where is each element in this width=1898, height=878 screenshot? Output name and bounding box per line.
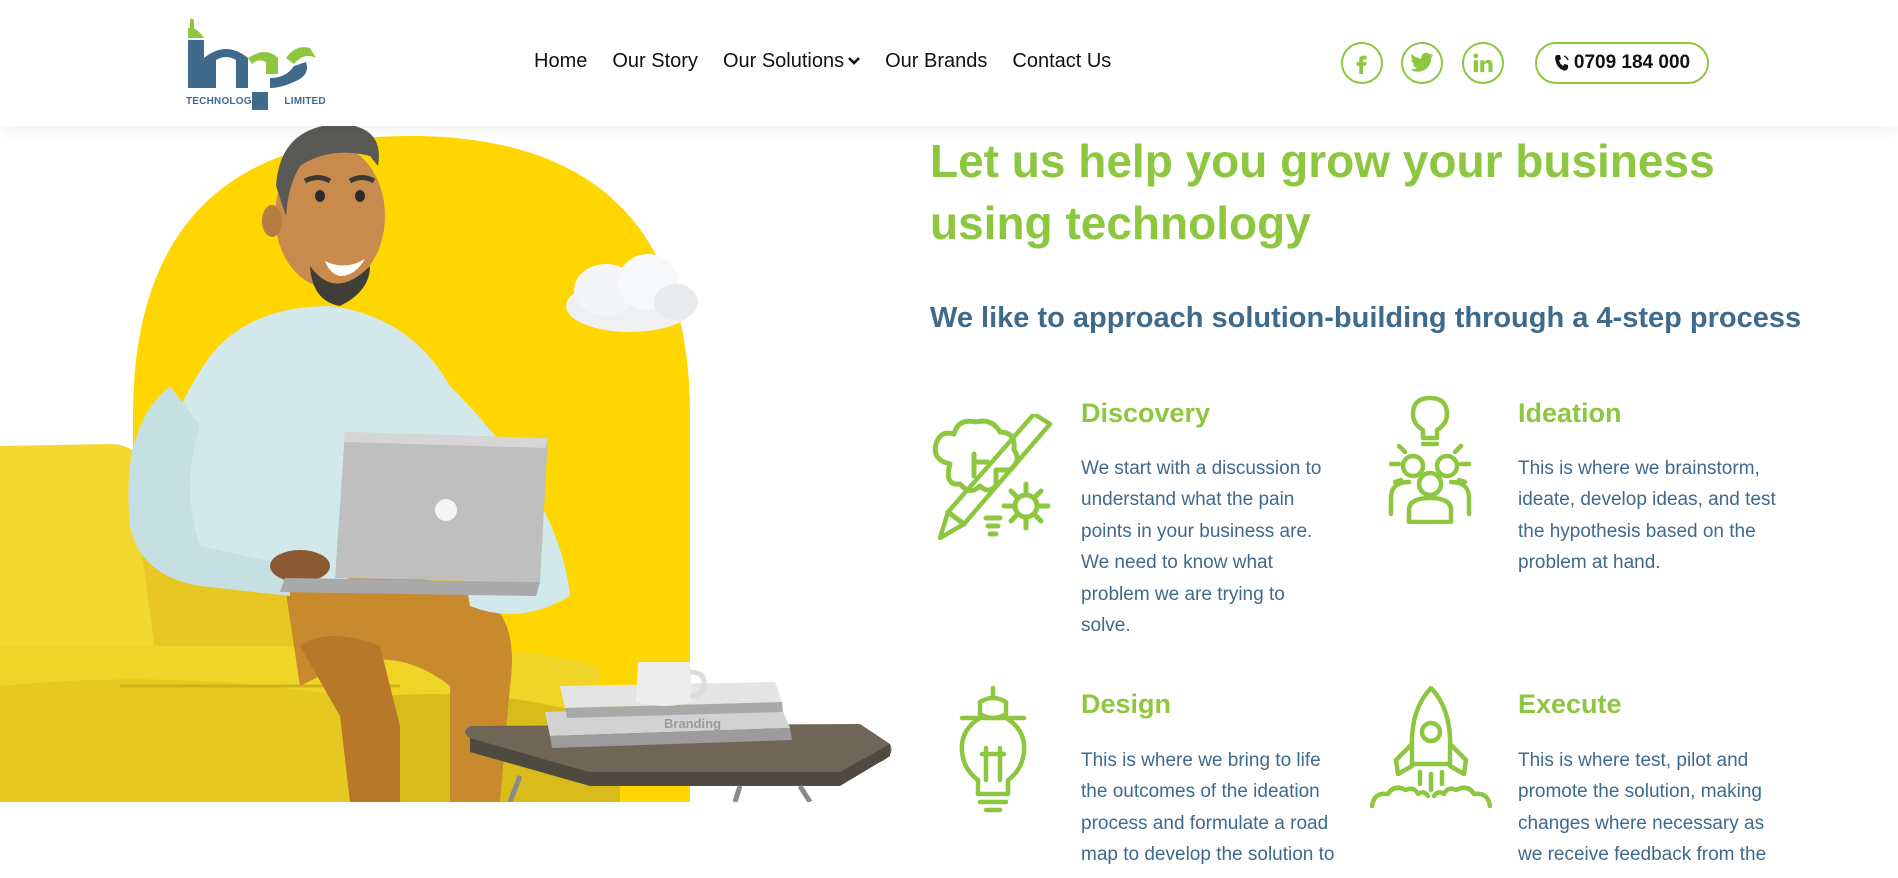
logo-text-right: LIMITED: [284, 96, 326, 107]
twitter-link[interactable]: [1401, 42, 1443, 84]
headline-line-2: using technology: [930, 197, 1311, 249]
site-header: TECHNOLOGIES LIMITED Home Our Story Our S…: [0, 0, 1898, 126]
step-title-execute: Execute: [1518, 689, 1622, 719]
process-subheading: We like to approach solution-building th…: [930, 302, 1802, 334]
facebook-icon: [1356, 55, 1367, 74]
book-label: Branding: [664, 716, 721, 731]
step-body-line: problem at hand.: [1518, 552, 1661, 574]
step-body-line: This is where we brainstorm,: [1518, 458, 1760, 479]
phone-icon: [1555, 55, 1569, 71]
step-body-line: promote the solution, making: [1518, 781, 1762, 803]
step-body-line: understand what the pain: [1081, 489, 1295, 511]
bulb-design-icon: [959, 686, 1027, 813]
step-body-line: This is where we bring to life: [1081, 750, 1321, 771]
logo-text-left: TECHNOLOGIES: [186, 96, 269, 107]
linkedin-icon: [1473, 53, 1493, 73]
logo-tagline: TECHNOLOGIES LIMITED: [186, 96, 326, 107]
nav-our-solutions[interactable]: Our Solutions: [722, 50, 861, 73]
step-title-discovery: Discovery: [1081, 398, 1211, 428]
brain-gear-icon: [932, 414, 1053, 541]
phone-button[interactable]: 0709 184 000: [1535, 42, 1709, 84]
step-body-line: This is where test, pilot and: [1518, 750, 1749, 771]
chevron-down-icon: [848, 57, 861, 65]
main-nav: Home Our Story Our Solutions Our Brands …: [534, 50, 1111, 73]
step-body-line: problem we are trying to: [1081, 583, 1285, 605]
step-body-execute: This is where test, pilot and promote th…: [1518, 745, 1766, 871]
rocket-icon: [1370, 686, 1492, 809]
hero-headline: Let us help you grow your business using…: [930, 130, 1830, 254]
step-body-ideation: This is where we brainstorm, ideate, dev…: [1518, 453, 1776, 579]
phone-number: 0709 184 000: [1573, 52, 1691, 73]
step-body-line: We need to know what: [1081, 552, 1273, 574]
nav-contact-us[interactable]: Contact Us: [1012, 50, 1111, 73]
step-body-line: We start with a discussion to: [1081, 458, 1322, 479]
facebook-link[interactable]: [1341, 42, 1383, 84]
step-body-design: This is where we bring to life the outco…: [1081, 745, 1335, 871]
hero-illustration: Branding: [0, 126, 892, 802]
nav-home[interactable]: Home: [534, 50, 587, 73]
headline-line-1: Let us help you grow your business: [930, 135, 1715, 187]
step-body-line: the hypothesis based on the: [1518, 520, 1756, 542]
step-body-line: process and formulate a road: [1081, 812, 1329, 834]
step-body-line: map to develop the solution to: [1081, 844, 1335, 866]
nav-our-story[interactable]: Our Story: [612, 50, 698, 73]
step-title-ideation: Ideation: [1518, 398, 1622, 428]
step-title-design: Design: [1081, 689, 1172, 719]
linkedin-link[interactable]: [1462, 42, 1504, 84]
step-body-line: the outcomes of the ideation: [1081, 781, 1320, 803]
step-body-line: ideate, develop ideas, and test: [1518, 489, 1776, 511]
bulb-team-icon: [1388, 395, 1472, 524]
nav-our-brands[interactable]: Our Brands: [885, 50, 987, 73]
step-body-line: points in your business are.: [1081, 520, 1313, 542]
step-body-line: changes where necessary as: [1518, 812, 1765, 834]
step-body-discovery: We start with a discussion to understand…: [1081, 453, 1321, 641]
twitter-icon: [1410, 52, 1434, 72]
nav-our-solutions-label: Our Solutions: [722, 50, 845, 72]
step-body-line: solve.: [1081, 615, 1131, 637]
step-body-line: we receive feedback from the: [1518, 844, 1767, 866]
